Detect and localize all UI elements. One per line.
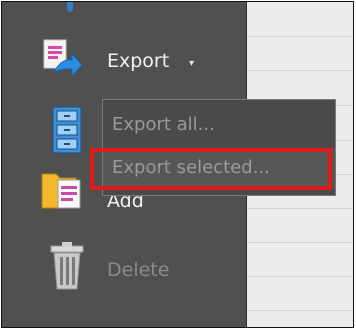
delete-button[interactable]: Delete bbox=[2, 242, 246, 294]
app-frame: Export ▾ Add Delete Export all... Export… bbox=[1, 1, 354, 328]
grid-line bbox=[247, 242, 353, 243]
menu-item-export-all[interactable]: Export all... bbox=[103, 106, 335, 146]
grid-line bbox=[247, 70, 353, 71]
chevron-down-icon: ▾ bbox=[189, 58, 195, 69]
grid-line bbox=[247, 36, 353, 37]
menu-item-label: Export all... bbox=[112, 114, 215, 135]
cabinet-icon bbox=[52, 106, 82, 154]
export-label: Export bbox=[107, 50, 170, 72]
grid-line bbox=[247, 276, 353, 277]
trash-icon bbox=[49, 242, 85, 290]
delete-label: Delete bbox=[107, 259, 170, 281]
grid-line bbox=[247, 208, 353, 209]
export-button[interactable]: Export ▾ bbox=[2, 36, 246, 88]
grid-line bbox=[247, 310, 353, 311]
export-icon bbox=[40, 38, 84, 82]
highlight-box bbox=[90, 148, 332, 190]
partial-icon bbox=[67, 2, 73, 12]
add-folder-icon bbox=[40, 168, 90, 212]
